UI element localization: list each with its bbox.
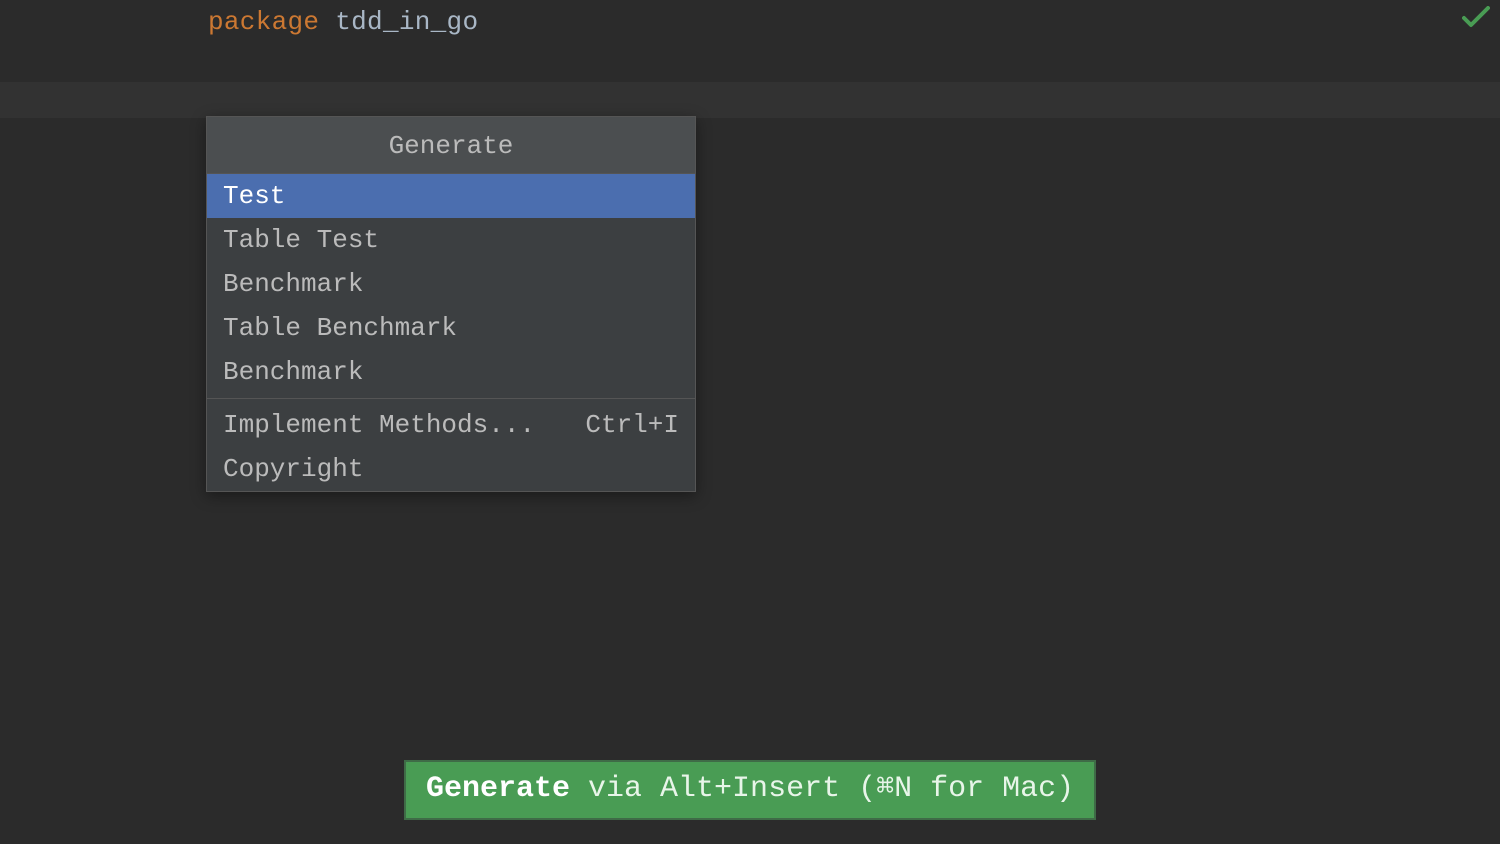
popup-item-label: Implement Methods... <box>223 409 535 441</box>
popup-item-benchmark-2[interactable]: Benchmark <box>207 350 695 394</box>
popup-item-label: Table Benchmark <box>223 312 457 344</box>
popup-item-table-test[interactable]: Table Test <box>207 218 695 262</box>
shortcut-hint: Generate via Alt+Insert (⌘N for Mac) <box>404 760 1096 820</box>
hint-strong: Generate <box>426 772 570 806</box>
popup-item-copyright[interactable]: Copyright <box>207 447 695 491</box>
popup-item-label: Table Test <box>223 224 379 256</box>
code-line-1: package tdd_in_go <box>208 6 478 38</box>
token-keyword-package: package <box>208 7 319 37</box>
token-identifier-package-name: tdd_in_go <box>335 7 478 37</box>
popup-item-label: Test <box>223 180 285 212</box>
popup-item-implement-methods[interactable]: Implement Methods... Ctrl+I <box>207 403 695 447</box>
generate-popup: Generate Test Table Test Benchmark Table… <box>206 116 696 492</box>
popup-title: Generate <box>207 117 695 174</box>
hint-rest: via Alt+Insert (⌘N for Mac) <box>570 772 1074 806</box>
popup-item-benchmark[interactable]: Benchmark <box>207 262 695 306</box>
popup-item-label: Benchmark <box>223 268 363 300</box>
checkmark-icon <box>1462 6 1490 33</box>
popup-item-shortcut: Ctrl+I <box>585 409 679 441</box>
current-line-highlight <box>0 82 1500 118</box>
popup-item-table-benchmark[interactable]: Table Benchmark <box>207 306 695 350</box>
popup-item-test[interactable]: Test <box>207 174 695 218</box>
popup-item-label: Benchmark <box>223 356 363 388</box>
editor-area[interactable]: package tdd_in_go Generate Test Table Te… <box>0 0 1500 844</box>
popup-item-label: Copyright <box>223 453 363 485</box>
popup-separator <box>207 398 695 399</box>
